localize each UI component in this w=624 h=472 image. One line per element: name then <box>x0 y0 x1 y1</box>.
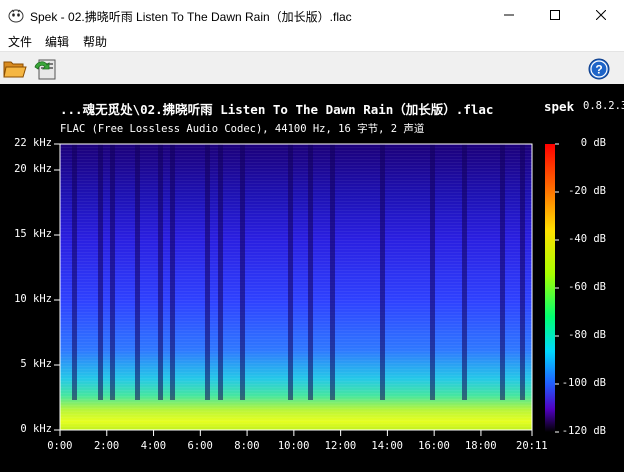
app-name-label: spek <box>544 99 575 114</box>
spectrogram-quiet-band <box>308 144 313 400</box>
save-icon <box>34 59 56 80</box>
time-tick-label: 2:00 <box>93 440 120 452</box>
spek-app-icon <box>8 9 24 23</box>
time-tick-label: 0:00 <box>47 440 73 452</box>
db-tick-label: -20 dB <box>568 185 606 197</box>
db-tick-label: -120 dB <box>561 425 606 437</box>
svg-text:?: ? <box>595 63 602 77</box>
menu-edit[interactable]: 编辑 <box>45 33 69 50</box>
freq-tick-label: 5 kHz <box>20 358 52 370</box>
open-button[interactable] <box>2 56 28 82</box>
spectrogram-quiet-band <box>330 144 335 400</box>
spectrogram-quiet-band <box>170 144 175 400</box>
save-button[interactable] <box>32 56 58 82</box>
app-version-label: 0.8.2.3 <box>583 100 624 112</box>
close-button[interactable] <box>578 0 624 30</box>
maximize-icon <box>550 10 560 20</box>
spectrogram-quiet-band <box>240 144 245 400</box>
minimize-button[interactable] <box>486 0 532 30</box>
audio-info: FLAC (Free Lossless Audio Codec), 44100 … <box>60 123 425 135</box>
spectrogram-texture <box>60 144 532 430</box>
time-tick-label: 6:00 <box>187 440 213 452</box>
maximize-button[interactable] <box>532 0 578 30</box>
db-color-bar <box>545 144 555 432</box>
spectrogram-quiet-band <box>500 144 505 400</box>
menu-file[interactable]: 文件 <box>8 33 32 50</box>
spectrogram-quiet-band <box>520 144 525 400</box>
freq-tick-label: 15 kHz <box>14 228 52 240</box>
time-tick-label: 12:00 <box>324 440 357 452</box>
db-tick-label: -40 dB <box>568 233 606 245</box>
time-tick-label: 4:00 <box>140 440 167 452</box>
db-tick-label: -60 dB <box>568 281 606 293</box>
spectrogram-quiet-band <box>98 144 103 400</box>
db-tick-label: -80 dB <box>568 329 606 341</box>
spectrogram-quiet-band <box>158 144 163 400</box>
spectrogram-canvas: ...魂无觅处\02.拂晓听雨 Listen To The Dawn Rain（… <box>0 84 624 472</box>
freq-tick-label: 10 kHz <box>14 293 52 305</box>
db-tick-label: -100 dB <box>561 377 606 389</box>
help-icon: ? <box>588 58 610 80</box>
minimize-icon <box>504 14 514 16</box>
menu-bar: 文件 编辑 帮助 <box>0 30 624 51</box>
spectrogram-graphics <box>54 143 559 436</box>
spectrogram-quiet-band <box>205 144 210 400</box>
close-icon <box>596 10 606 20</box>
spectrogram-quiet-band <box>288 144 293 400</box>
spectrogram-quiet-band <box>135 144 140 400</box>
time-tick-label: 16:00 <box>418 440 450 452</box>
spectrogram-quiet-band <box>218 144 223 400</box>
menu-help[interactable]: 帮助 <box>83 33 107 50</box>
window-title: Spek - 02.拂晓听雨 Listen To The Dawn Rain（加… <box>30 10 352 24</box>
time-tick-label: 18:00 <box>464 440 497 452</box>
time-tick-label: 20:11 <box>516 440 548 452</box>
freq-tick-label: 22 kHz <box>14 137 52 149</box>
time-tick-label: 8:00 <box>234 440 260 452</box>
spectrogram-title: ...魂无觅处\02.拂晓听雨 Listen To The Dawn Rain（… <box>60 102 494 117</box>
freq-tick-label: 0 kHz <box>20 423 52 435</box>
title-bar: Spek - 02.拂晓听雨 Listen To The Dawn Rain（加… <box>0 0 624 30</box>
time-tick-label: 10:00 <box>277 440 310 452</box>
folder-open-icon <box>3 61 27 78</box>
spectrogram-quiet-band <box>72 144 77 400</box>
toolbar: ? <box>0 51 624 84</box>
help-button[interactable]: ? <box>586 56 612 82</box>
time-tick-label: 14:00 <box>371 440 403 452</box>
freq-tick-label: 20 kHz <box>14 163 52 175</box>
spectrogram-quiet-band <box>380 144 385 400</box>
spectrogram-quiet-band <box>110 144 115 400</box>
spectrogram-quiet-band <box>462 144 467 400</box>
spectrogram-quiet-band <box>430 144 435 400</box>
db-tick-label: 0 dB <box>580 137 606 149</box>
